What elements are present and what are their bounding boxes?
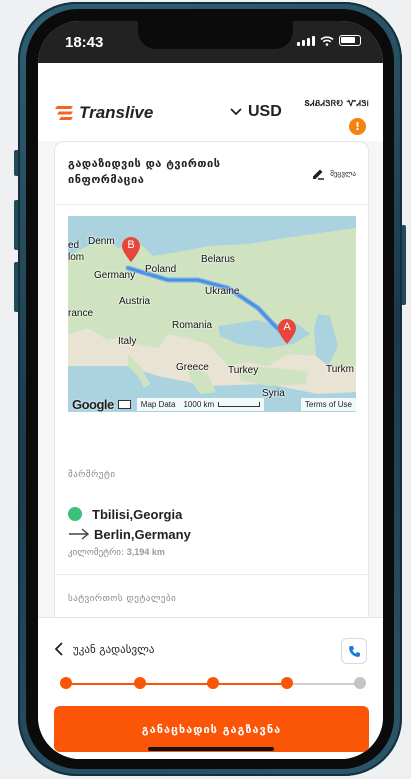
keyboard-icon[interactable] bbox=[117, 399, 131, 409]
phone-screen: 18:43 Translive USD ՏᏗᏰᏗᏕᏒᎧ ᏉᏗᏕᎥ ! გადაზ… bbox=[38, 21, 383, 759]
camera-notch bbox=[138, 21, 293, 49]
shipment-info-card: გადაზიდვის და ტვირთის ინფორმაცია შეცვლა bbox=[54, 141, 369, 641]
translive-logo-icon bbox=[55, 106, 73, 120]
map-label-turkmenistan: Turkm bbox=[326, 364, 354, 375]
map-label-greece: Greece bbox=[176, 362, 209, 373]
status-bar: 18:43 bbox=[38, 21, 383, 63]
distance-label: კილომეტრი: bbox=[68, 548, 124, 558]
map-data-link[interactable]: Map Data bbox=[136, 397, 180, 411]
scale-bar bbox=[218, 401, 261, 407]
progress-step-dot bbox=[280, 677, 293, 689]
edit-label: შეცვლა bbox=[330, 170, 356, 178]
arrow-right-icon bbox=[69, 528, 90, 540]
pencil-icon bbox=[313, 169, 325, 180]
battery-icon bbox=[339, 35, 361, 46]
back-label: უკან გადასვლა bbox=[73, 642, 155, 656]
origin-row: Tbilisi,Georgia bbox=[68, 504, 191, 524]
map-label-denmark: Denm bbox=[88, 236, 115, 247]
app-header: Translive USD ՏᏗᏰᏗᏕᏒᎧ ᏉᏗᏕᎥ ! bbox=[38, 63, 383, 141]
map-label-austria: Austria bbox=[119, 296, 151, 307]
map-label-ukraine: Ukraine bbox=[205, 286, 240, 297]
divider bbox=[55, 574, 368, 575]
destination-city: Berlin,Germany bbox=[94, 526, 191, 542]
special-price-label[interactable]: ՏᏗᏰᏗᏕᏒᎧ ᏉᏗᏕᎥ bbox=[304, 99, 369, 109]
map-label-lom: lom bbox=[68, 252, 85, 263]
marker-b-label: B bbox=[127, 239, 134, 251]
route-map[interactable]: A B Denm ed lom Germany Poland Belarus U… bbox=[68, 216, 356, 412]
distance: კილომეტრი: 3,194 km bbox=[68, 547, 165, 558]
card-title: გადაზიდვის და ტვირთის ინფორმაცია bbox=[68, 157, 221, 186]
marker-a-label: A bbox=[283, 321, 291, 333]
progress-step-connector bbox=[139, 683, 213, 685]
brand-name: Translive bbox=[79, 103, 154, 122]
special-price-badge[interactable]: ! bbox=[349, 118, 366, 135]
progress-step-dot bbox=[207, 677, 219, 689]
back-button[interactable]: უკან გადასვლა bbox=[54, 642, 154, 656]
route-section-label: მარშრუტი bbox=[68, 470, 116, 480]
home-indicator bbox=[148, 747, 274, 751]
map-scale: 1000 km bbox=[179, 397, 265, 411]
chevron-left-icon bbox=[54, 642, 63, 656]
wifi-icon bbox=[320, 36, 334, 46]
map-label-poland: Poland bbox=[145, 264, 177, 275]
brand-logo[interactable]: Translive bbox=[55, 103, 153, 123]
currency-selector[interactable]: USD bbox=[230, 103, 282, 121]
map-label-germany: Germany bbox=[94, 270, 136, 281]
submit-application-button[interactable]: განაცხადის გაგზავნა bbox=[54, 706, 369, 752]
map-label-italy: Italy bbox=[118, 336, 137, 347]
cargo-section-label: სატვირთოს დეტალები bbox=[68, 594, 177, 604]
progress-steps bbox=[60, 674, 366, 694]
call-button[interactable] bbox=[341, 638, 367, 664]
progress-step-connector bbox=[66, 683, 140, 685]
progress-step-dot bbox=[133, 677, 146, 689]
map-label-romania: Romania bbox=[172, 320, 213, 331]
edit-button[interactable]: შეცვლა bbox=[312, 168, 356, 180]
device-stage: 18:43 Translive USD ՏᏗᏰᏗᏕᏒᎧ ᏉᏗᏕᎥ ! გადაზ… bbox=[0, 0, 411, 779]
currency-label: USD bbox=[248, 103, 282, 120]
status-time: 18:43 bbox=[65, 34, 104, 51]
bottom-action-bar: უკან გადასვლა განაცხადის გაგზავნა bbox=[38, 617, 383, 759]
origin-dot-icon bbox=[68, 507, 82, 521]
map-label-belarus: Belarus bbox=[201, 254, 235, 265]
progress-step-dot bbox=[354, 677, 366, 689]
map-label-turkey: Turkey bbox=[228, 365, 259, 376]
progress-step-dot bbox=[60, 677, 72, 689]
destination-row: Berlin,Germany bbox=[68, 524, 191, 544]
status-icons bbox=[297, 35, 361, 46]
map-label-ed: ed bbox=[68, 240, 80, 251]
progress-step-connector bbox=[213, 683, 287, 685]
map-label-france: rance bbox=[68, 308, 94, 319]
signal-icon bbox=[297, 36, 315, 46]
phone-icon bbox=[348, 645, 360, 657]
divider bbox=[55, 204, 368, 205]
route-details: Tbilisi,Georgia Berlin,Germany bbox=[68, 504, 191, 544]
scale-label: 1000 km bbox=[183, 399, 215, 409]
google-logo: Google bbox=[72, 396, 114, 412]
distance-value: 3,194 km bbox=[126, 547, 165, 557]
chevron-down-icon bbox=[230, 108, 242, 116]
map-footer: Google Map Data 1000 km Terms of Use bbox=[68, 396, 356, 412]
progress-step-connector bbox=[286, 683, 360, 685]
origin-city: Tbilisi,Georgia bbox=[92, 506, 183, 522]
terms-of-use-link[interactable]: Terms of Use bbox=[300, 397, 356, 411]
